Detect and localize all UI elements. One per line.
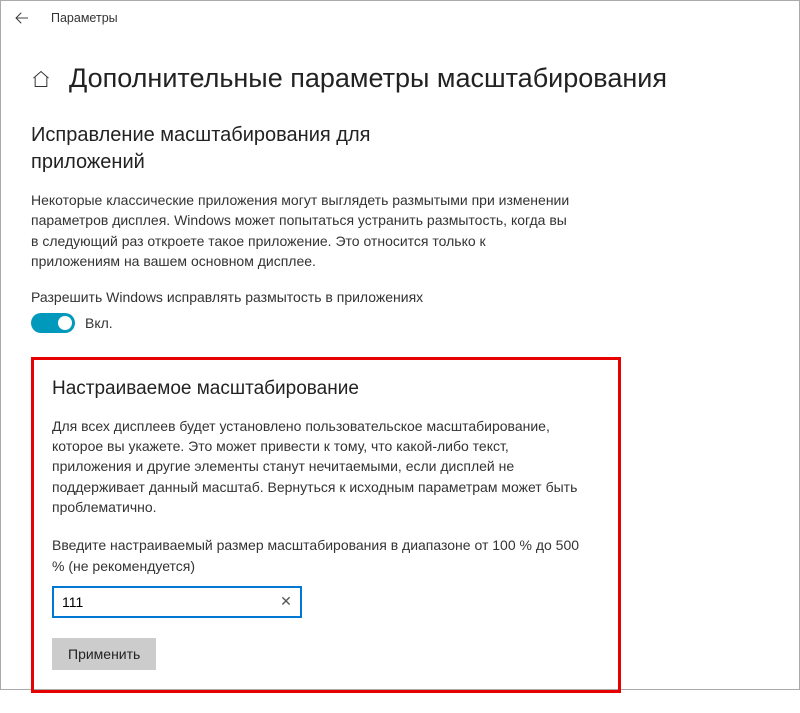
clear-input-button[interactable]: ✕ bbox=[276, 592, 296, 612]
input-row: ✕ bbox=[52, 586, 600, 618]
header-row: Дополнительные параметры масштабирования bbox=[31, 63, 769, 94]
home-icon bbox=[31, 69, 51, 89]
fix-scaling-title: Исправление масштабирования для приложен… bbox=[31, 122, 391, 176]
titlebar: Параметры bbox=[1, 1, 799, 35]
fix-scaling-toggle-label: Разрешить Windows исправлять размытость … bbox=[31, 289, 769, 305]
page-title: Дополнительные параметры масштабирования bbox=[69, 63, 667, 94]
toggle-row: Вкл. bbox=[31, 313, 769, 333]
scale-input-wrapper: ✕ bbox=[52, 586, 302, 618]
arrow-left-icon bbox=[13, 9, 31, 27]
titlebar-label: Параметры bbox=[51, 11, 118, 25]
home-button[interactable] bbox=[31, 69, 51, 89]
scale-input[interactable] bbox=[52, 586, 302, 618]
fix-scaling-toggle[interactable] bbox=[31, 313, 75, 333]
custom-scaling-description: Для всех дисплеев будет установлено поль… bbox=[52, 416, 592, 517]
custom-scaling-title: Настраиваемое масштабирование bbox=[52, 376, 600, 402]
custom-scaling-input-label: Введите настраиваемый размер масштабиров… bbox=[52, 535, 592, 576]
settings-window: Параметры Дополнительные параметры масшт… bbox=[0, 0, 800, 690]
close-icon: ✕ bbox=[280, 593, 292, 610]
content-area: Дополнительные параметры масштабирования… bbox=[1, 35, 799, 713]
fix-scaling-description: Некоторые классические приложения могут … bbox=[31, 190, 571, 271]
toggle-state-label: Вкл. bbox=[85, 315, 113, 331]
toggle-knob bbox=[58, 316, 72, 330]
apply-button[interactable]: Применить bbox=[52, 638, 156, 670]
back-button[interactable] bbox=[13, 9, 31, 27]
custom-scaling-section: Настраиваемое масштабирование Для всех д… bbox=[31, 357, 621, 693]
